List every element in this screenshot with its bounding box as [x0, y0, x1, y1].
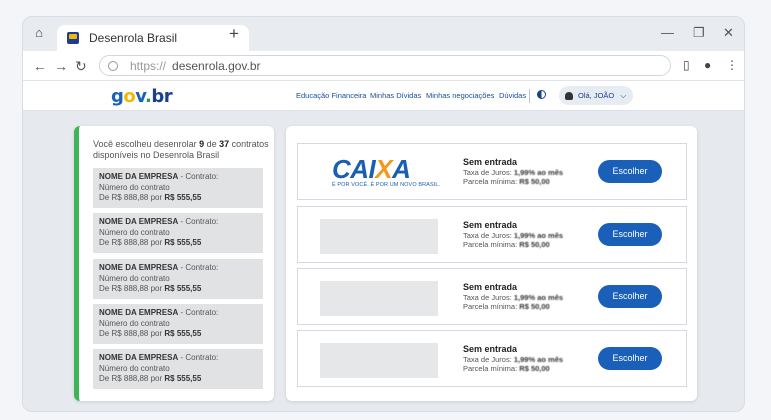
minimize-icon[interactable]: —: [661, 25, 674, 41]
title-bar: ⌂ Desenrola Brasil + — ❐ ✕: [23, 17, 744, 51]
more-icon[interactable]: ⋮: [726, 58, 738, 72]
user-icon: [565, 91, 573, 100]
offer-title: Sem entrada: [463, 157, 518, 167]
offer-title: Sem entrada: [463, 220, 518, 230]
browser-tab[interactable]: Desenrola Brasil: [57, 25, 249, 51]
minimum-installment: R$ 50,00: [519, 177, 550, 186]
sidebar-icon[interactable]: ▯: [683, 58, 690, 72]
interest-rate: 1,99% ao mês: [513, 231, 564, 240]
offer-item: Sem entrada Taxa de Juros: 1,99% ao mês …: [297, 206, 687, 263]
offer-item: Sem entrada Taxa de Juros: 1,99% ao mês …: [297, 330, 687, 387]
url-host: desenrola.gov.br: [172, 58, 261, 73]
caixa-logo: CAIXA É POR VOCÊ. É POR UM NOVO BRASIL.: [332, 154, 441, 188]
reload-icon[interactable]: ↻: [75, 57, 87, 75]
contract-item: NOME DA EMPRESA - Contrato: Número do co…: [93, 213, 263, 253]
offer-title: Sem entrada: [463, 344, 518, 354]
menu-minhas-negociacoes[interactable]: Minhas negociações: [426, 91, 494, 100]
choose-button[interactable]: Escolher: [598, 347, 662, 370]
contract-item: NOME DA EMPRESA - Contrato: Número do co…: [93, 304, 263, 344]
url-scheme: https://: [130, 58, 167, 73]
offer-details: Sem entrada Taxa de Juros: 1,99% ao mês …: [463, 220, 564, 249]
back-icon[interactable]: ←: [33, 57, 47, 75]
contract-item: NOME DA EMPRESA - Contrato: Número do co…: [93, 259, 263, 299]
favicon-icon: [67, 32, 79, 44]
choose-button[interactable]: Escolher: [598, 223, 662, 246]
bank-logo-placeholder: [320, 343, 438, 378]
navigation-bar: ← → ↻ https:// desenrola.gov.br ▯ ● ⋮: [23, 51, 744, 81]
contrast-icon[interactable]: [537, 90, 546, 99]
menu-duvidas[interactable]: Dúvidas: [499, 91, 526, 100]
chevron-down-icon: ⌵: [620, 90, 627, 100]
new-tab-button[interactable]: +: [229, 25, 239, 43]
offer-details: Sem entrada Taxa de Juros: 1,99% ao mês …: [463, 282, 564, 311]
browser-window: ⌂ Desenrola Brasil + — ❐ ✕ ← → ↻ https:/…: [22, 16, 745, 412]
contract-item: NOME DA EMPRESA - Contrato: Número do co…: [93, 349, 263, 389]
offer-details: Sem entrada Taxa de Juros: 1,99% ao mês …: [463, 344, 564, 373]
menu-minhas-dividas[interactable]: Minhas Dívidas: [370, 91, 421, 100]
choose-button[interactable]: Escolher: [598, 285, 662, 308]
menu-educacao-financeira[interactable]: Educação Financeira: [296, 91, 366, 100]
bank-logo-placeholder: [320, 281, 438, 316]
profile-icon[interactable]: ●: [704, 58, 711, 72]
tab-title: Desenrola Brasil: [89, 31, 178, 45]
interest-rate: 1,99% ao mês: [513, 355, 564, 364]
choose-button[interactable]: Escolher: [598, 160, 662, 183]
contract-item: NOME DA EMPRESA - Contrato: Número do co…: [93, 168, 263, 208]
close-icon[interactable]: ✕: [723, 25, 734, 41]
selection-summary: Você escolheu desenrolar 9 de 37 contrat…: [93, 139, 269, 160]
contracts-panel: Você escolheu desenrolar 9 de 37 contrat…: [74, 126, 274, 401]
minimum-installment: R$ 50,00: [519, 302, 550, 311]
interest-rate: 1,99% ao mês: [513, 293, 564, 302]
address-bar[interactable]: https:// desenrola.gov.br: [99, 55, 671, 76]
bank-logo-placeholder: [320, 219, 438, 254]
minimum-installment: R$ 50,00: [519, 364, 550, 373]
offer-item: Sem entrada Taxa de Juros: 1,99% ao mês …: [297, 268, 687, 325]
interest-rate: 1,99% ao mês: [513, 168, 564, 177]
restore-icon[interactable]: ❐: [693, 25, 705, 41]
user-menu-button[interactable]: Olá, JOÃO ⌵: [559, 86, 633, 105]
divider: [529, 89, 530, 103]
home-icon[interactable]: ⌂: [31, 25, 47, 41]
offer-caixa: CAIXA É POR VOCÊ. É POR UM NOVO BRASIL. …: [297, 143, 687, 200]
site-info-icon[interactable]: [108, 60, 118, 71]
user-greeting: Olá, JOÃO: [578, 91, 615, 100]
gov-br-logo[interactable]: gov.br: [111, 86, 173, 107]
web-page: gov.br Educação Financeira Minhas Dívida…: [23, 81, 744, 411]
site-header: gov.br Educação Financeira Minhas Dívida…: [23, 81, 744, 111]
offer-details: Sem entrada Taxa de Juros: 1,99% ao mês …: [463, 157, 564, 186]
minimum-installment: R$ 50,00: [519, 240, 550, 249]
forward-icon[interactable]: →: [54, 57, 68, 75]
offers-panel: CAIXA É POR VOCÊ. É POR UM NOVO BRASIL. …: [286, 126, 697, 401]
offer-title: Sem entrada: [463, 282, 518, 292]
